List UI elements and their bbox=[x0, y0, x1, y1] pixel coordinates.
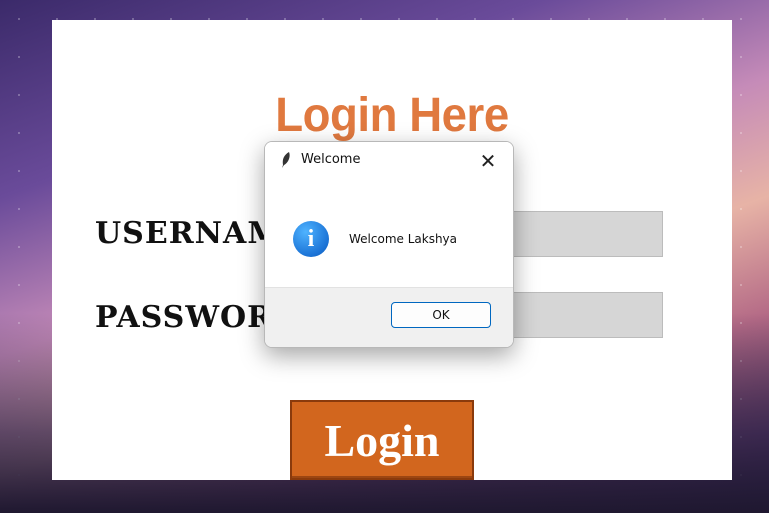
welcome-dialog: Welcome ✕ i Welcome Lakshya OK bbox=[264, 141, 514, 348]
dialog-title: Welcome bbox=[301, 152, 361, 167]
close-icon[interactable]: ✕ bbox=[473, 146, 503, 176]
info-icon: i bbox=[293, 221, 329, 257]
dialog-body: i Welcome Lakshya bbox=[265, 180, 513, 288]
dialog-footer: OK bbox=[265, 287, 513, 347]
feather-icon bbox=[282, 152, 290, 168]
page-title: Login Here bbox=[275, 89, 509, 142]
dialog-message: Welcome Lakshya bbox=[349, 232, 458, 246]
login-button[interactable]: Login bbox=[290, 400, 474, 480]
dialog-titlebar: Welcome ✕ bbox=[265, 142, 513, 180]
ok-button[interactable]: OK bbox=[391, 302, 491, 328]
